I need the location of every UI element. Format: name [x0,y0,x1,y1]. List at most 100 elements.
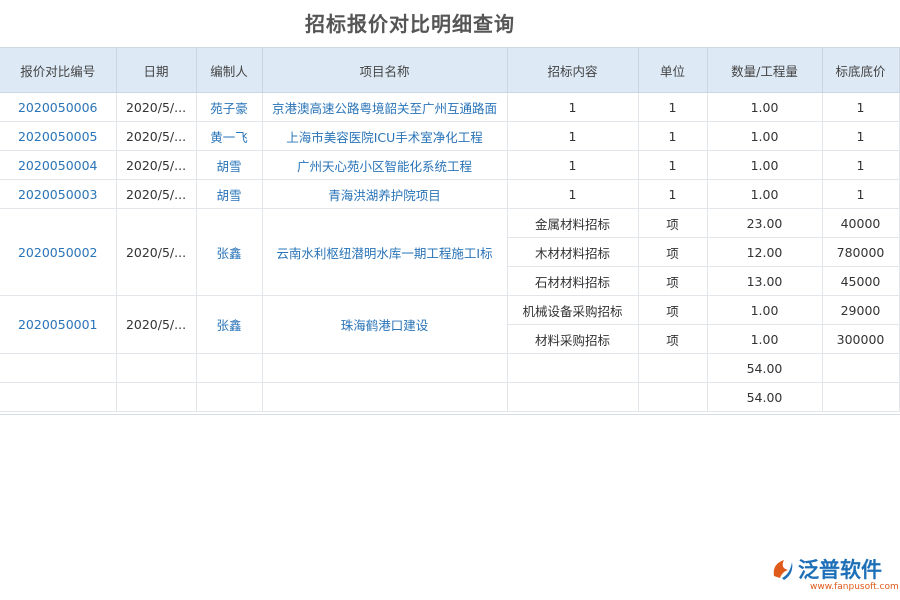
item-quantity: 23.00 [707,209,822,238]
item-quantity: 1.00 [707,151,822,180]
item-unit: 项 [638,209,707,238]
item-base-price: 1 [822,122,899,151]
record-project[interactable]: 上海市美容医院ICU手术室净化工程 [262,122,507,151]
record-project[interactable]: 青海洪湖养护院项目 [262,180,507,209]
table-body: 20200500062020/5/...苑子豪京港澳高速公路粤境韶关至广州互通路… [0,93,899,412]
total-quantity: 54.00 [707,383,822,412]
empty-cell [262,354,507,383]
item-content: 材料采购招标 [507,325,638,354]
record-code[interactable]: 2020050001 [0,296,116,354]
item-quantity: 1.00 [707,122,822,151]
col-header-date[interactable]: 日期 [116,48,196,93]
empty-cell [507,354,638,383]
col-header-content[interactable]: 招标内容 [507,48,638,93]
item-unit: 1 [638,93,707,122]
record-code[interactable]: 2020050006 [0,93,116,122]
empty-cell [116,354,196,383]
table-row[interactable]: 20200500022020/5/...张鑫云南水利枢纽潜明水库一期工程施工I标… [0,209,899,238]
empty-cell [196,354,262,383]
item-quantity: 1.00 [707,93,822,122]
data-grid: 报价对比编号 日期 编制人 项目名称 招标内容 单位 数量/工程量 标底底价 2… [0,47,900,415]
empty-cell [638,383,707,412]
item-quantity: 13.00 [707,267,822,296]
item-base-price: 29000 [822,296,899,325]
empty-cell [822,354,899,383]
item-unit: 1 [638,180,707,209]
total-row: 54.00 [0,354,899,383]
col-header-base-price[interactable]: 标底底价 [822,48,899,93]
item-content: 金属材料招标 [507,209,638,238]
col-header-project[interactable]: 项目名称 [262,48,507,93]
item-quantity: 12.00 [707,238,822,267]
record-project[interactable]: 广州天心苑小区智能化系统工程 [262,151,507,180]
record-code[interactable]: 2020050005 [0,122,116,151]
empty-cell [0,354,116,383]
table-row[interactable]: 20200500012020/5/...张鑫珠海鹤港口建设机械设备采购招标项1.… [0,296,899,325]
item-unit: 项 [638,325,707,354]
col-header-unit[interactable]: 单位 [638,48,707,93]
record-author: 张鑫 [196,296,262,354]
record-date: 2020/5/... [116,209,196,296]
record-project[interactable]: 珠海鹤港口建设 [262,296,507,354]
record-project[interactable]: 云南水利枢纽潜明水库一期工程施工I标 [262,209,507,296]
item-unit: 1 [638,122,707,151]
item-base-price: 40000 [822,209,899,238]
comparison-table: 报价对比编号 日期 编制人 项目名称 招标内容 单位 数量/工程量 标底底价 2… [0,48,900,412]
item-base-price: 45000 [822,267,899,296]
logo-text: 泛普软件 [798,554,882,584]
item-base-price: 780000 [822,238,899,267]
record-author: 黄一飞 [196,122,262,151]
col-header-code[interactable]: 报价对比编号 [0,48,116,93]
empty-cell [262,383,507,412]
item-base-price: 1 [822,180,899,209]
empty-cell [822,383,899,412]
item-base-price: 300000 [822,325,899,354]
item-content: 1 [507,151,638,180]
item-content: 机械设备采购招标 [507,296,638,325]
record-author: 苑子豪 [196,93,262,122]
item-content: 1 [507,122,638,151]
item-base-price: 1 [822,151,899,180]
table-row[interactable]: 20200500062020/5/...苑子豪京港澳高速公路粤境韶关至广州互通路… [0,93,899,122]
item-unit: 项 [638,296,707,325]
empty-cell [638,354,707,383]
record-date: 2020/5/... [116,93,196,122]
empty-cell [507,383,638,412]
table-row[interactable]: 20200500032020/5/...胡雪青海洪湖养护院项目111.001 [0,180,899,209]
logo-url: www.fanpusoft.com [810,582,899,592]
empty-cell [116,383,196,412]
brand-logo: 泛普软件 www.fanpusoft.com [770,552,890,596]
item-content: 1 [507,93,638,122]
item-unit: 项 [638,267,707,296]
table-row[interactable]: 20200500042020/5/...胡雪广州天心苑小区智能化系统工程111.… [0,151,899,180]
record-date: 2020/5/... [116,122,196,151]
page-title: 招标报价对比明细查询 [0,8,820,37]
col-header-quantity[interactable]: 数量/工程量 [707,48,822,93]
empty-cell [196,383,262,412]
item-quantity: 1.00 [707,180,822,209]
record-code[interactable]: 2020050002 [0,209,116,296]
col-header-author[interactable]: 编制人 [196,48,262,93]
item-content: 1 [507,180,638,209]
record-code[interactable]: 2020050003 [0,180,116,209]
total-quantity: 54.00 [707,354,822,383]
record-date: 2020/5/... [116,296,196,354]
item-unit: 1 [638,151,707,180]
record-author: 胡雪 [196,180,262,209]
total-row: 54.00 [0,383,899,412]
record-author: 胡雪 [196,151,262,180]
item-unit: 项 [638,238,707,267]
header-row: 报价对比编号 日期 编制人 项目名称 招标内容 单位 数量/工程量 标底底价 [0,48,899,93]
fanpu-logo-icon [770,556,796,582]
empty-cell [0,383,116,412]
table-row[interactable]: 20200500052020/5/...黄一飞上海市美容医院ICU手术室净化工程… [0,122,899,151]
item-content: 石材材料招标 [507,267,638,296]
item-quantity: 1.00 [707,325,822,354]
item-content: 木材材料招标 [507,238,638,267]
record-code[interactable]: 2020050004 [0,151,116,180]
record-project[interactable]: 京港澳高速公路粤境韶关至广州互通路面 [262,93,507,122]
record-author: 张鑫 [196,209,262,296]
item-quantity: 1.00 [707,296,822,325]
item-base-price: 1 [822,93,899,122]
record-date: 2020/5/... [116,180,196,209]
